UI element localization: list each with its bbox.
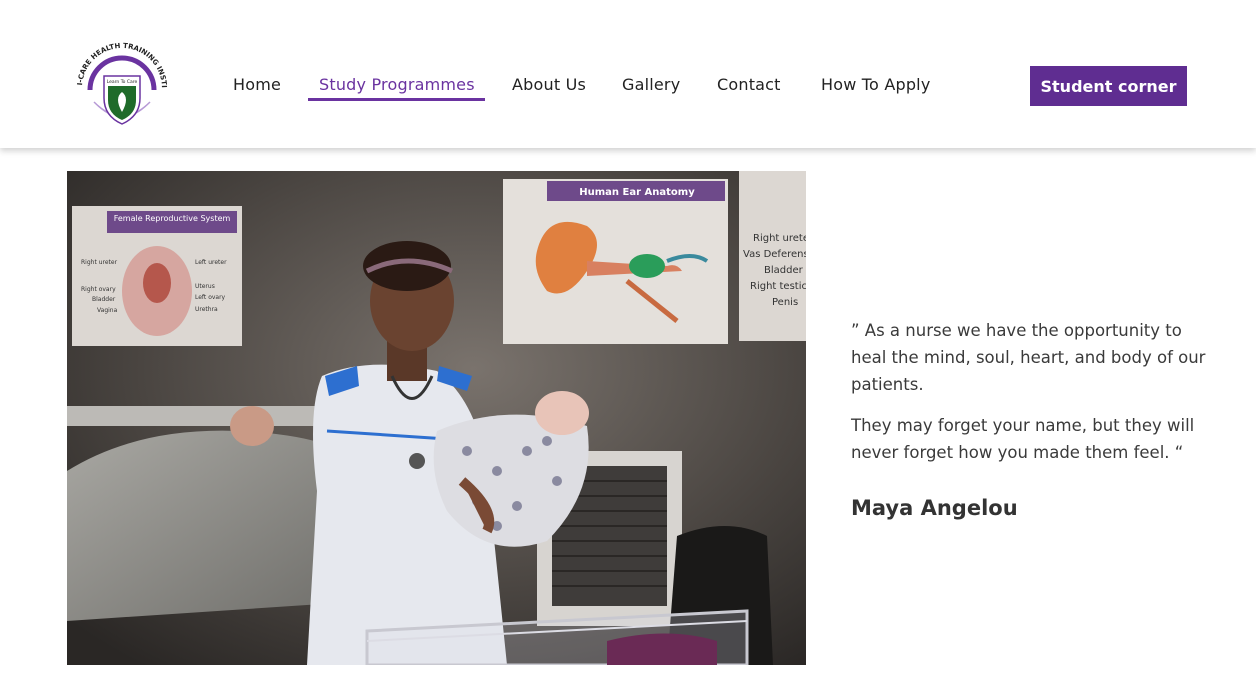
svg-text:Bladder: Bladder [764, 265, 804, 276]
student-corner-button[interactable]: Student corner [1030, 66, 1187, 106]
svg-text:Right ureter: Right ureter [81, 259, 118, 266]
quote-author: Maya Angelou [851, 496, 1018, 520]
svg-text:Uterus: Uterus [195, 283, 215, 290]
svg-text:Female Reproductive System: Female Reproductive System [114, 214, 231, 223]
nurse-classroom-image: Female Reproductive System Right ureter … [67, 171, 806, 665]
nav-home[interactable]: Home [233, 75, 281, 94]
site-header: I-CARE HEALTH TRAINING INSTITUTE Learn T… [0, 0, 1256, 148]
nav-gallery[interactable]: Gallery [622, 75, 680, 94]
poster-female-reproductive: Female Reproductive System Right ureter … [72, 206, 242, 346]
nav-study-programmes[interactable]: Study Programmes [319, 75, 475, 94]
institute-logo[interactable]: I-CARE HEALTH TRAINING INSTITUTE Learn T… [72, 40, 172, 132]
svg-text:Vagina: Vagina [97, 307, 118, 314]
quote-block: ” As a nurse we have the opportunity to … [851, 317, 1211, 480]
svg-text:Left ovary: Left ovary [195, 294, 226, 301]
svg-text:Urethra: Urethra [195, 306, 218, 313]
svg-text:Bladder: Bladder [92, 296, 116, 303]
poster-male-anatomy: Right ureter Vas Deferens Bladder Right … [739, 171, 806, 341]
svg-text:Penis: Penis [772, 297, 798, 308]
svg-text:Left ureter: Left ureter [195, 259, 227, 266]
nav-how-to-apply[interactable]: How To Apply [821, 75, 931, 94]
nav-contact[interactable]: Contact [717, 75, 781, 94]
poster-human-ear-anatomy: Human Ear Anatomy [503, 179, 728, 344]
nav-about-us[interactable]: About Us [512, 75, 586, 94]
svg-text:Right ureter: Right ureter [753, 233, 806, 244]
quote-text-1: ” As a nurse we have the opportunity to … [851, 321, 1206, 394]
quote-text-2: They may forget your name, but they will… [851, 416, 1195, 462]
svg-text:Right ovary: Right ovary [81, 286, 116, 293]
svg-text:Vas Deferens: Vas Deferens [743, 249, 806, 260]
hero-photo: Female Reproductive System Right ureter … [67, 171, 806, 665]
nav-active-underline [308, 98, 485, 101]
svg-text:Human Ear Anatomy: Human Ear Anatomy [579, 187, 695, 198]
svg-text:Right testicle: Right testicle [750, 281, 806, 292]
logo-motto: Learn To Care [107, 79, 138, 85]
